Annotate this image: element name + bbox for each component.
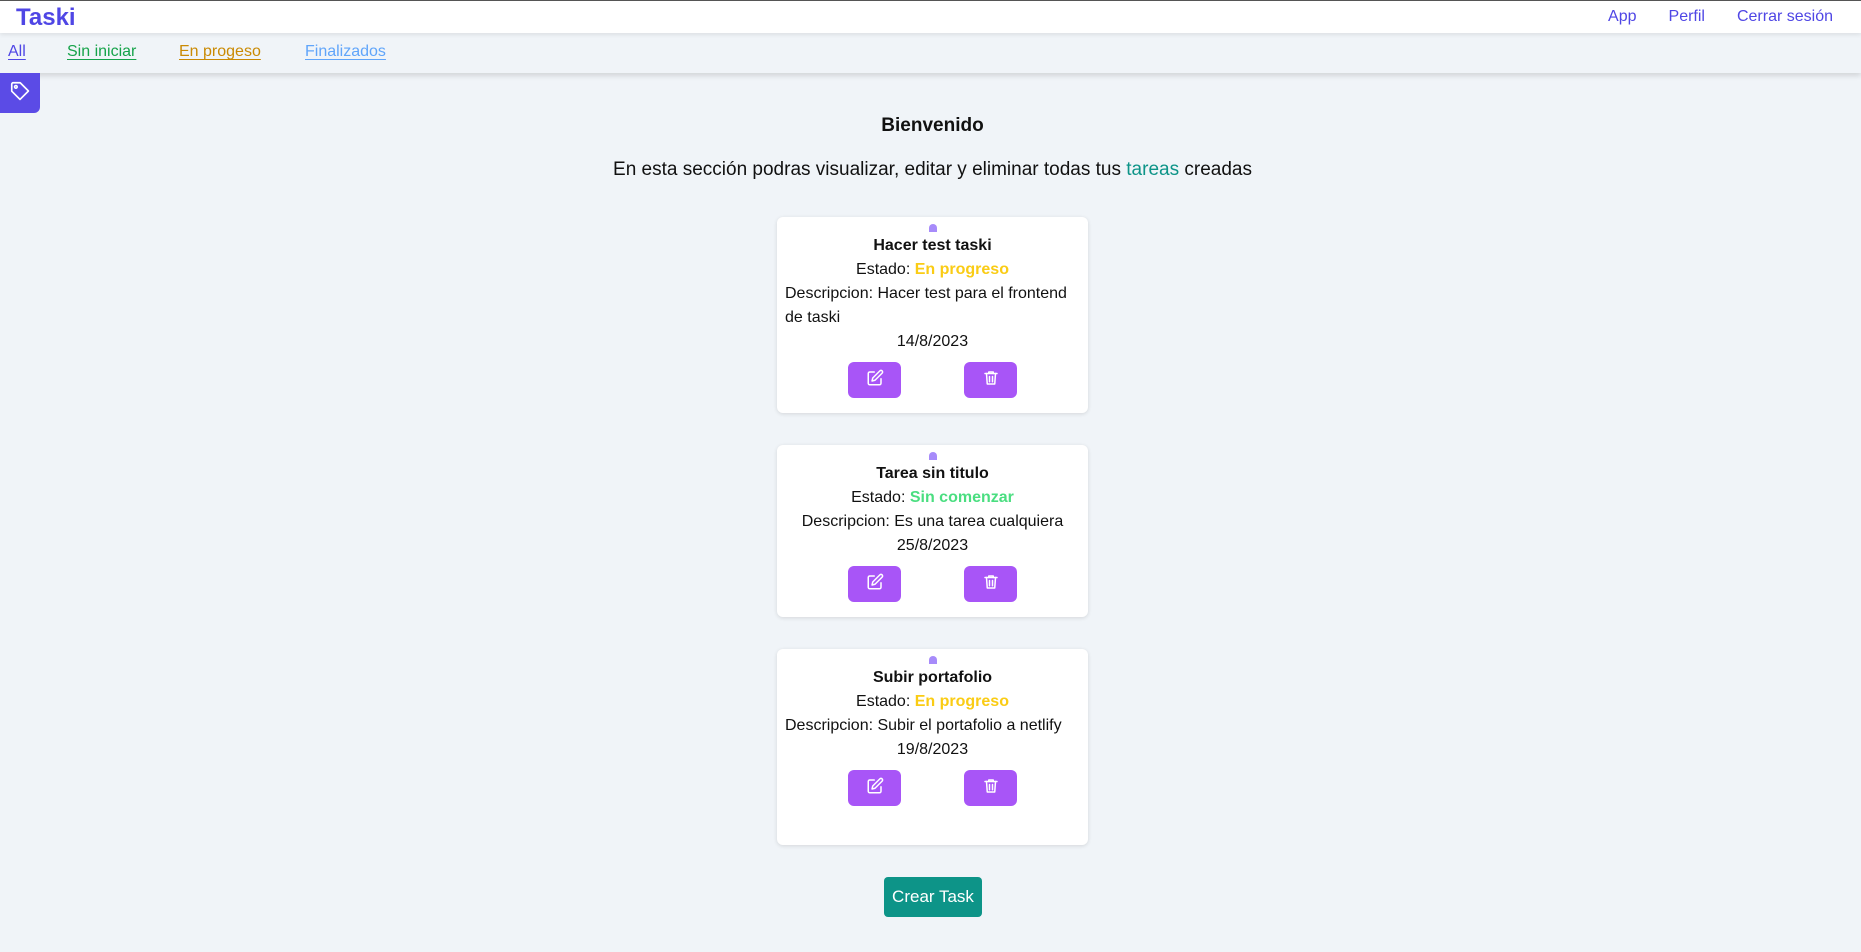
task-title: Hacer test taski	[873, 237, 992, 254]
edit-task-button[interactable]	[848, 770, 901, 806]
status-value: Sin comenzar	[909, 489, 1014, 506]
task-status-line: Estado: En progreso	[785, 258, 1080, 282]
nav-link-app[interactable]: App	[1608, 8, 1636, 26]
filter-finalizados[interactable]: Finalizados	[305, 43, 386, 61]
edit-icon	[866, 573, 884, 596]
description-value: Es una tarea cualquiera	[894, 513, 1064, 530]
edit-task-button[interactable]	[848, 566, 901, 602]
delete-task-button[interactable]	[964, 770, 1017, 806]
status-value: En progreso	[914, 693, 1009, 710]
intro-text-accent: tareas	[1126, 159, 1180, 180]
edit-icon	[866, 777, 884, 800]
description-value: Subir el portafolio a netlify	[877, 717, 1062, 734]
task-description: Descripcion: Hacer test para el frontend…	[785, 282, 1080, 330]
nav-link-perfil[interactable]: Perfil	[1669, 8, 1705, 26]
edit-task-button[interactable]	[848, 362, 901, 398]
card-marker	[928, 224, 937, 232]
trash-icon	[982, 573, 1000, 596]
delete-task-button[interactable]	[964, 362, 1017, 398]
task-title: Tarea sin titulo	[876, 465, 989, 482]
task-card: Subir portafolio Estado: En progreso Des…	[777, 649, 1088, 845]
tag-icon	[9, 80, 31, 107]
task-status-line: Estado: Sin comenzar	[785, 486, 1080, 510]
trash-icon	[982, 777, 1000, 800]
task-title: Subir portafolio	[872, 669, 993, 686]
nav-link-logout[interactable]: Cerrar sesión	[1737, 8, 1833, 26]
status-value: En progreso	[914, 261, 1009, 278]
filter-all[interactable]: All	[8, 43, 26, 61]
delete-task-button[interactable]	[964, 566, 1017, 602]
task-actions	[785, 362, 1080, 398]
task-date: 19/8/2023	[896, 741, 969, 758]
task-actions	[785, 770, 1080, 806]
task-card: Tarea sin titulo Estado: Sin comenzar De…	[777, 445, 1088, 617]
brand-logo[interactable]: Taski	[16, 4, 76, 32]
page-title: Bienvenido	[881, 115, 984, 136]
top-navbar: Taski App Perfil Cerrar sesión	[0, 0, 1861, 33]
filter-bar: All Sin iniciar En progeso Finalizados	[0, 33, 1861, 73]
task-actions	[785, 566, 1080, 602]
status-label: Estado:	[851, 489, 906, 506]
card-marker	[928, 452, 937, 460]
status-label: Estado:	[856, 693, 911, 710]
top-nav-links: App Perfil Cerrar sesión	[1608, 8, 1833, 26]
trash-icon	[982, 369, 1000, 392]
task-status-line: Estado: En progreso	[785, 690, 1080, 714]
task-card: Hacer test taski Estado: En progreso Des…	[777, 217, 1088, 413]
tag-button[interactable]	[0, 73, 40, 113]
status-label: Estado:	[856, 261, 911, 278]
description-label: Descripcion:	[785, 285, 874, 302]
description-label: Descripcion:	[785, 717, 874, 734]
edit-icon	[866, 369, 884, 392]
filter-sin-iniciar[interactable]: Sin iniciar	[67, 43, 136, 61]
task-description: Descripcion: Subir el portafolio a netli…	[785, 714, 1080, 738]
task-description: Descripcion: Es una tarea cualquiera	[785, 510, 1080, 534]
card-marker	[928, 656, 937, 664]
intro-text-end: creadas	[1184, 159, 1252, 180]
intro-text-start: En esta sección podras visualizar, edita…	[613, 159, 1121, 180]
filter-en-progeso[interactable]: En progeso	[179, 43, 261, 61]
task-date: 25/8/2023	[896, 537, 969, 554]
create-task-button[interactable]: Crear Task	[884, 877, 982, 917]
intro-text: En esta sección podras visualizar, edita…	[0, 159, 1861, 181]
task-date: 14/8/2023	[896, 333, 969, 350]
description-label: Descripcion:	[801, 513, 890, 530]
